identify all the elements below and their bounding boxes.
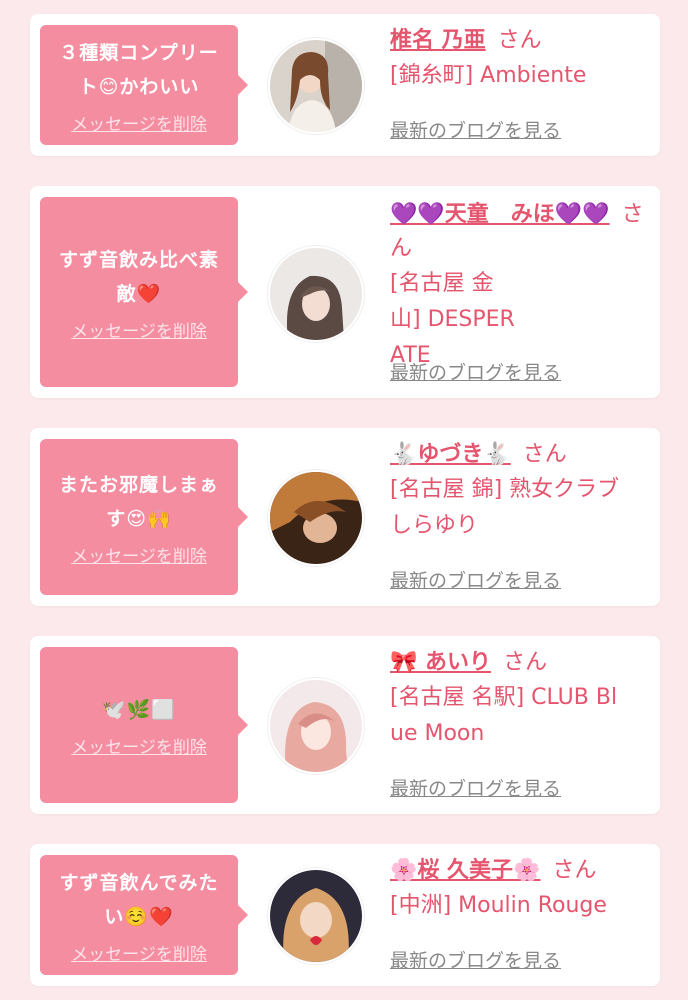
avatar[interactable]: [268, 38, 364, 134]
avatar[interactable]: [268, 678, 364, 774]
delete-message-link[interactable]: メッセージを削除: [71, 542, 207, 567]
message-card: ３種類コンプリート😊かわいい メッセージを削除 椎名 乃亜 さん [錦糸町] Am…: [30, 14, 660, 156]
message-bubble: すず音飲み比べ素敵❤️ メッセージを削除: [40, 197, 248, 387]
user-name-link[interactable]: 🌸桜 久美子🌸: [390, 858, 540, 883]
latest-blog-link[interactable]: 最新のブログを見る: [390, 946, 561, 973]
message-bubble: すず音飲んでみたい☺️❤️ メッセージを削除: [40, 855, 248, 975]
user-info: 🐇ゆづき🐇 さん [名古屋 錦] 熟女クラブ しらゆり: [390, 438, 650, 544]
latest-blog-link[interactable]: 最新のブログを見る: [390, 358, 561, 385]
message-bubble: 🕊️🌿⬜ メッセージを削除: [40, 647, 248, 803]
message-card: 🕊️🌿⬜ メッセージを削除 🎀 あいり さん [名古屋 名駅] CLUB Blue…: [30, 636, 660, 814]
avatar[interactable]: [268, 470, 364, 566]
user-name-link[interactable]: 🐇ゆづき🐇: [390, 442, 511, 467]
delete-message-link[interactable]: メッセージを削除: [71, 317, 207, 342]
honorific: さん: [552, 858, 597, 883]
message-card: すず音飲み比べ素敵❤️ メッセージを削除 💜💜天童 みほ💜💜 さん [名古屋 金山…: [30, 186, 660, 398]
latest-blog-link[interactable]: 最新のブログを見る: [390, 566, 561, 593]
message-text: ３種類コンプリート😊かわいい: [59, 41, 219, 98]
message-text: 🕊️🌿⬜: [102, 698, 176, 721]
message-card: またお邪魔しまぁす😍🙌 メッセージを削除 🐇ゆづき🐇 さん [名古屋 錦] 熟女ク…: [30, 428, 660, 606]
latest-blog-link[interactable]: 最新のブログを見る: [390, 116, 561, 143]
message-bubble: またお邪魔しまぁす😍🙌 メッセージを削除: [40, 439, 248, 595]
honorific: さん: [497, 28, 542, 53]
message-bubble: ３種類コンプリート😊かわいい メッセージを削除: [40, 25, 248, 145]
message-text: すず音飲んでみたい☺️❤️: [59, 871, 219, 928]
user-info: 🎀 あいり さん [名古屋 名駅] CLUB Blue Moon: [390, 646, 650, 752]
user-name-link[interactable]: 🎀 あいり: [390, 650, 491, 675]
honorific: さん: [503, 650, 548, 675]
latest-blog-link[interactable]: 最新のブログを見る: [390, 774, 561, 801]
user-name-link[interactable]: 椎名 乃亜: [390, 28, 486, 53]
message-text: またお邪魔しまぁす😍🙌: [58, 473, 219, 530]
message-list: ３種類コンプリート😊かわいい メッセージを削除 椎名 乃亜 さん [錦糸町] Am…: [0, 0, 688, 1000]
avatar[interactable]: [268, 246, 364, 342]
delete-message-link[interactable]: メッセージを削除: [71, 733, 207, 758]
shop-label: [錦糸町] Ambiente: [390, 63, 587, 88]
user-info: 椎名 乃亜 さん [錦糸町] Ambiente: [390, 24, 650, 94]
message-text: すず音飲み比べ素敵❤️: [58, 248, 219, 305]
delete-message-link[interactable]: メッセージを削除: [71, 940, 207, 965]
user-info: 💜💜天童 みほ💜💜 さん [名古屋 金山] DESPERATE: [390, 198, 650, 374]
message-card: すず音飲んでみたい☺️❤️ メッセージを削除 🌸桜 久美子🌸 さん [中洲] Mo…: [30, 844, 660, 986]
delete-message-link[interactable]: メッセージを削除: [71, 110, 207, 135]
shop-label: [名古屋 錦] 熟女クラブ しらゆり: [390, 477, 620, 538]
shop-label: [中洲] Moulin Rouge: [390, 893, 607, 918]
honorific: さん: [522, 442, 567, 467]
avatar[interactable]: [268, 868, 364, 964]
user-info: 🌸桜 久美子🌸 さん [中洲] Moulin Rouge: [390, 854, 650, 924]
user-name-link[interactable]: 💜💜天童 みほ💜💜: [390, 202, 610, 227]
shop-label: [名古屋 名駅] CLUB Blue Moon: [390, 685, 618, 746]
